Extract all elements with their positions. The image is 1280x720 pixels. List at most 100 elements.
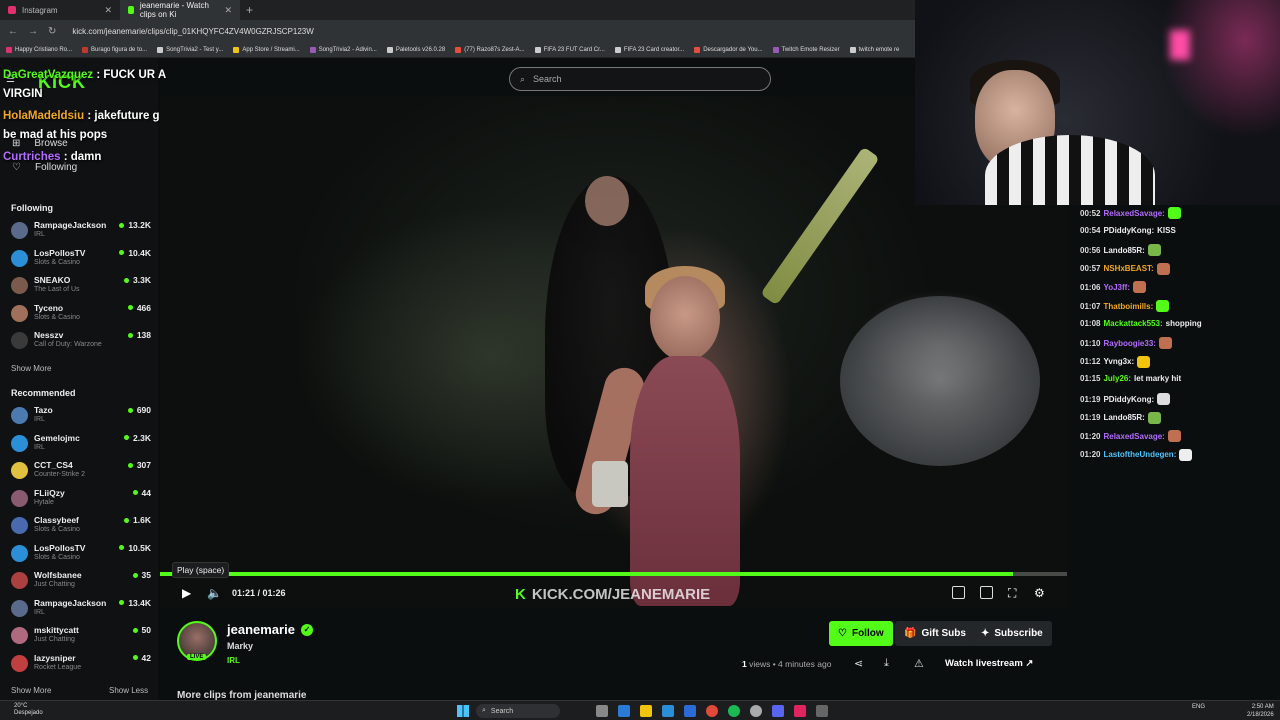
theater-icon[interactable] — [980, 586, 993, 599]
bookmark-item[interactable]: twitch emote re — [849, 46, 899, 53]
weather-widget[interactable]: 20°C Despejado — [14, 703, 43, 717]
chat-username[interactable]: RelaxedSavage: — [1103, 432, 1164, 441]
store-icon[interactable] — [662, 705, 674, 717]
language-indicator[interactable]: ENG — [1192, 704, 1205, 710]
chrome-icon[interactable] — [706, 705, 718, 717]
bookmark-item[interactable]: FIFA 23 FUT Card Cr... — [534, 46, 605, 53]
edge-icon[interactable] — [618, 705, 630, 717]
share-icon[interactable]: ⋖ — [854, 657, 863, 670]
channel-name[interactable]: jeanemarie — [227, 622, 295, 637]
chat-username[interactable]: Yvng3x: — [1103, 357, 1134, 366]
subscribe-label: Subscribe — [994, 628, 1043, 639]
forward-icon[interactable]: → — [28, 26, 38, 37]
obs-icon[interactable] — [750, 705, 762, 717]
bookmark-item[interactable]: SongTrivia2 - Adivin... — [309, 46, 377, 53]
chat-username[interactable]: July26: — [1103, 374, 1131, 383]
chat-username[interactable]: NSHxBEAST: — [1103, 264, 1153, 273]
sidebar-channel-item[interactable]: Tazo IRL 690 — [11, 405, 151, 429]
bookmark-item[interactable]: Twitch Emote Resizer — [772, 46, 840, 53]
download-icon[interactable]: ⤓ — [884, 657, 889, 670]
reload-icon[interactable]: ↻ — [48, 26, 56, 37]
sidebar-channel-item[interactable]: Classybeef Slots & Casino 1.6K — [11, 515, 151, 539]
chat-username[interactable]: Lando85R: — [1103, 413, 1144, 422]
sidebar-channel-item[interactable]: Wolfsbanee Just Chatting 35 — [11, 570, 151, 594]
close-icon[interactable]: ✕ — [224, 5, 232, 16]
sidebar-channel-item[interactable]: Nesszv Call of Duty: Warzone 138 — [11, 330, 151, 354]
bookmark-item[interactable]: Happy Cristiano Ro... — [6, 46, 72, 53]
bookmark-item[interactable]: Paletools v26.0.28 — [386, 46, 445, 53]
sidebar-channel-item[interactable]: mskittycatt Just Chatting 50 — [11, 625, 151, 649]
gift-subs-button[interactable]: 🎁 Gift Subs — [895, 621, 975, 646]
chat-username[interactable]: Rayboogie33: — [1103, 339, 1155, 348]
taskbar-search[interactable]: ⌕ Search — [476, 704, 560, 718]
system-clock[interactable]: 2:50 AM 2/18/2026 — [1247, 703, 1274, 719]
progress-bar[interactable] — [160, 572, 1067, 576]
file-explorer-icon[interactable] — [640, 705, 652, 717]
subscribe-button[interactable]: ✦ Subscribe — [972, 621, 1052, 646]
sidebar-channel-item[interactable]: LosPollosTV Slots & Casino 10.5K — [11, 543, 151, 567]
chat-username[interactable]: LastoftheUndegen: — [1103, 450, 1176, 459]
bookmark-item[interactable]: (77) Razo87s Zest-A... — [455, 46, 525, 53]
task-view-icon[interactable] — [596, 705, 608, 717]
chat-timestamp: 01:08 — [1080, 318, 1101, 328]
fullscreen-icon[interactable]: ⛶ — [1008, 586, 1016, 601]
volume-icon[interactable]: 🔈 — [207, 586, 222, 600]
chat-username[interactable]: Lando85R: — [1103, 246, 1144, 255]
music-icon[interactable] — [794, 705, 806, 717]
sidebar-channel-item[interactable]: Tyceno Slots & Casino 466 — [11, 303, 151, 327]
new-tab-button[interactable]: + — [240, 3, 253, 17]
tab-instagram[interactable]: Instagram ✕ — [0, 0, 120, 20]
discord-icon[interactable] — [772, 705, 784, 717]
sidebar-channel-item[interactable]: LosPollosTV Slots & Casino 10.4K — [11, 248, 151, 272]
url-field[interactable]: kick.com/jeanemarie/clips/clip_01KHQYFC4… — [72, 27, 313, 36]
pip-icon[interactable] — [952, 586, 965, 599]
bookmark-item[interactable]: SongTrivia2 - Test y... — [157, 46, 223, 53]
viewer-count: 307 — [127, 460, 151, 470]
chat-username[interactable]: Thatboimills: — [1103, 302, 1153, 311]
emote-icon — [1167, 207, 1181, 219]
sidebar-channel-item[interactable]: RampageJackson IRL 13.2K — [11, 220, 151, 244]
chat-message: 00:52 RelaxedSavage: — [1080, 207, 1181, 219]
sidebar-channel-item[interactable]: SNEAKO The Last of Us 3.3K — [11, 275, 151, 299]
chat-text: : damn — [60, 151, 102, 163]
settings-icon[interactable]: ⚙ — [1034, 586, 1045, 600]
play-icon[interactable]: ▶ — [182, 586, 191, 600]
sidebar-channel-item[interactable]: Gemelojmc IRL 2.3K — [11, 433, 151, 457]
chat-username[interactable]: PDiddyKong: — [1103, 395, 1154, 404]
chat-username[interactable]: Mackattack553: — [1103, 319, 1162, 328]
bookmark-item[interactable]: Burago figura de to... — [82, 46, 147, 53]
chat-username[interactable]: YoJ3ff: — [1103, 283, 1130, 292]
bookmark-favicon-icon — [455, 46, 462, 53]
app-icon[interactable] — [816, 705, 828, 717]
report-icon[interactable]: ⚠ — [914, 657, 924, 670]
channel-name: Tazo — [34, 405, 53, 415]
live-dot-icon — [119, 250, 125, 255]
bookmark-item[interactable]: Descargador de You... — [694, 46, 763, 53]
back-icon[interactable]: ← — [8, 26, 18, 37]
bookmark-favicon-icon — [6, 46, 12, 53]
show-more-button[interactable]: Show More — [11, 364, 51, 373]
show-less-button[interactable]: Show Less — [109, 686, 148, 695]
viewer-count-value: 13.2K — [128, 220, 151, 230]
tab-kick[interactable]: jeanemarie - Watch clips on Ki ✕ — [120, 0, 240, 20]
mail-icon[interactable] — [684, 705, 696, 717]
channel-category[interactable]: IRL — [227, 656, 240, 665]
search-input[interactable]: ⌕ Search — [509, 67, 771, 91]
bookmark-item[interactable]: FIFA 23 Card creator... — [614, 46, 684, 53]
show-more-button[interactable]: Show More — [11, 686, 51, 695]
close-icon[interactable]: ✕ — [104, 5, 112, 16]
watch-livestream-link[interactable]: Watch livestream ↗ — [945, 658, 1033, 669]
chat-username[interactable]: RelaxedSavage: — [1103, 209, 1164, 218]
chat-message: 01:12 Yvng3x: — [1080, 355, 1151, 368]
windows-start-icon[interactable] — [457, 705, 469, 717]
spotify-icon[interactable] — [728, 705, 740, 717]
sidebar-channel-item[interactable]: RampageJackson IRL 13.4K — [11, 598, 151, 622]
follow-button[interactable]: ♡ Follow — [829, 621, 893, 646]
chat-username[interactable]: PDiddyKong: — [1103, 226, 1154, 235]
sidebar-channel-item[interactable]: CCT_CS4 Counter-Strike 2 307 — [11, 460, 151, 484]
weather-temp: 20°C — [14, 703, 28, 709]
sidebar-channel-item[interactable]: lazysniper Rocket League 42 — [11, 653, 151, 677]
bookmark-item[interactable]: App Store / Streami... — [233, 46, 300, 53]
sidebar-channel-item[interactable]: FLiiQzy Hytale 44 — [11, 488, 151, 512]
playback-time: 01:21 / 01:26 — [232, 588, 286, 598]
